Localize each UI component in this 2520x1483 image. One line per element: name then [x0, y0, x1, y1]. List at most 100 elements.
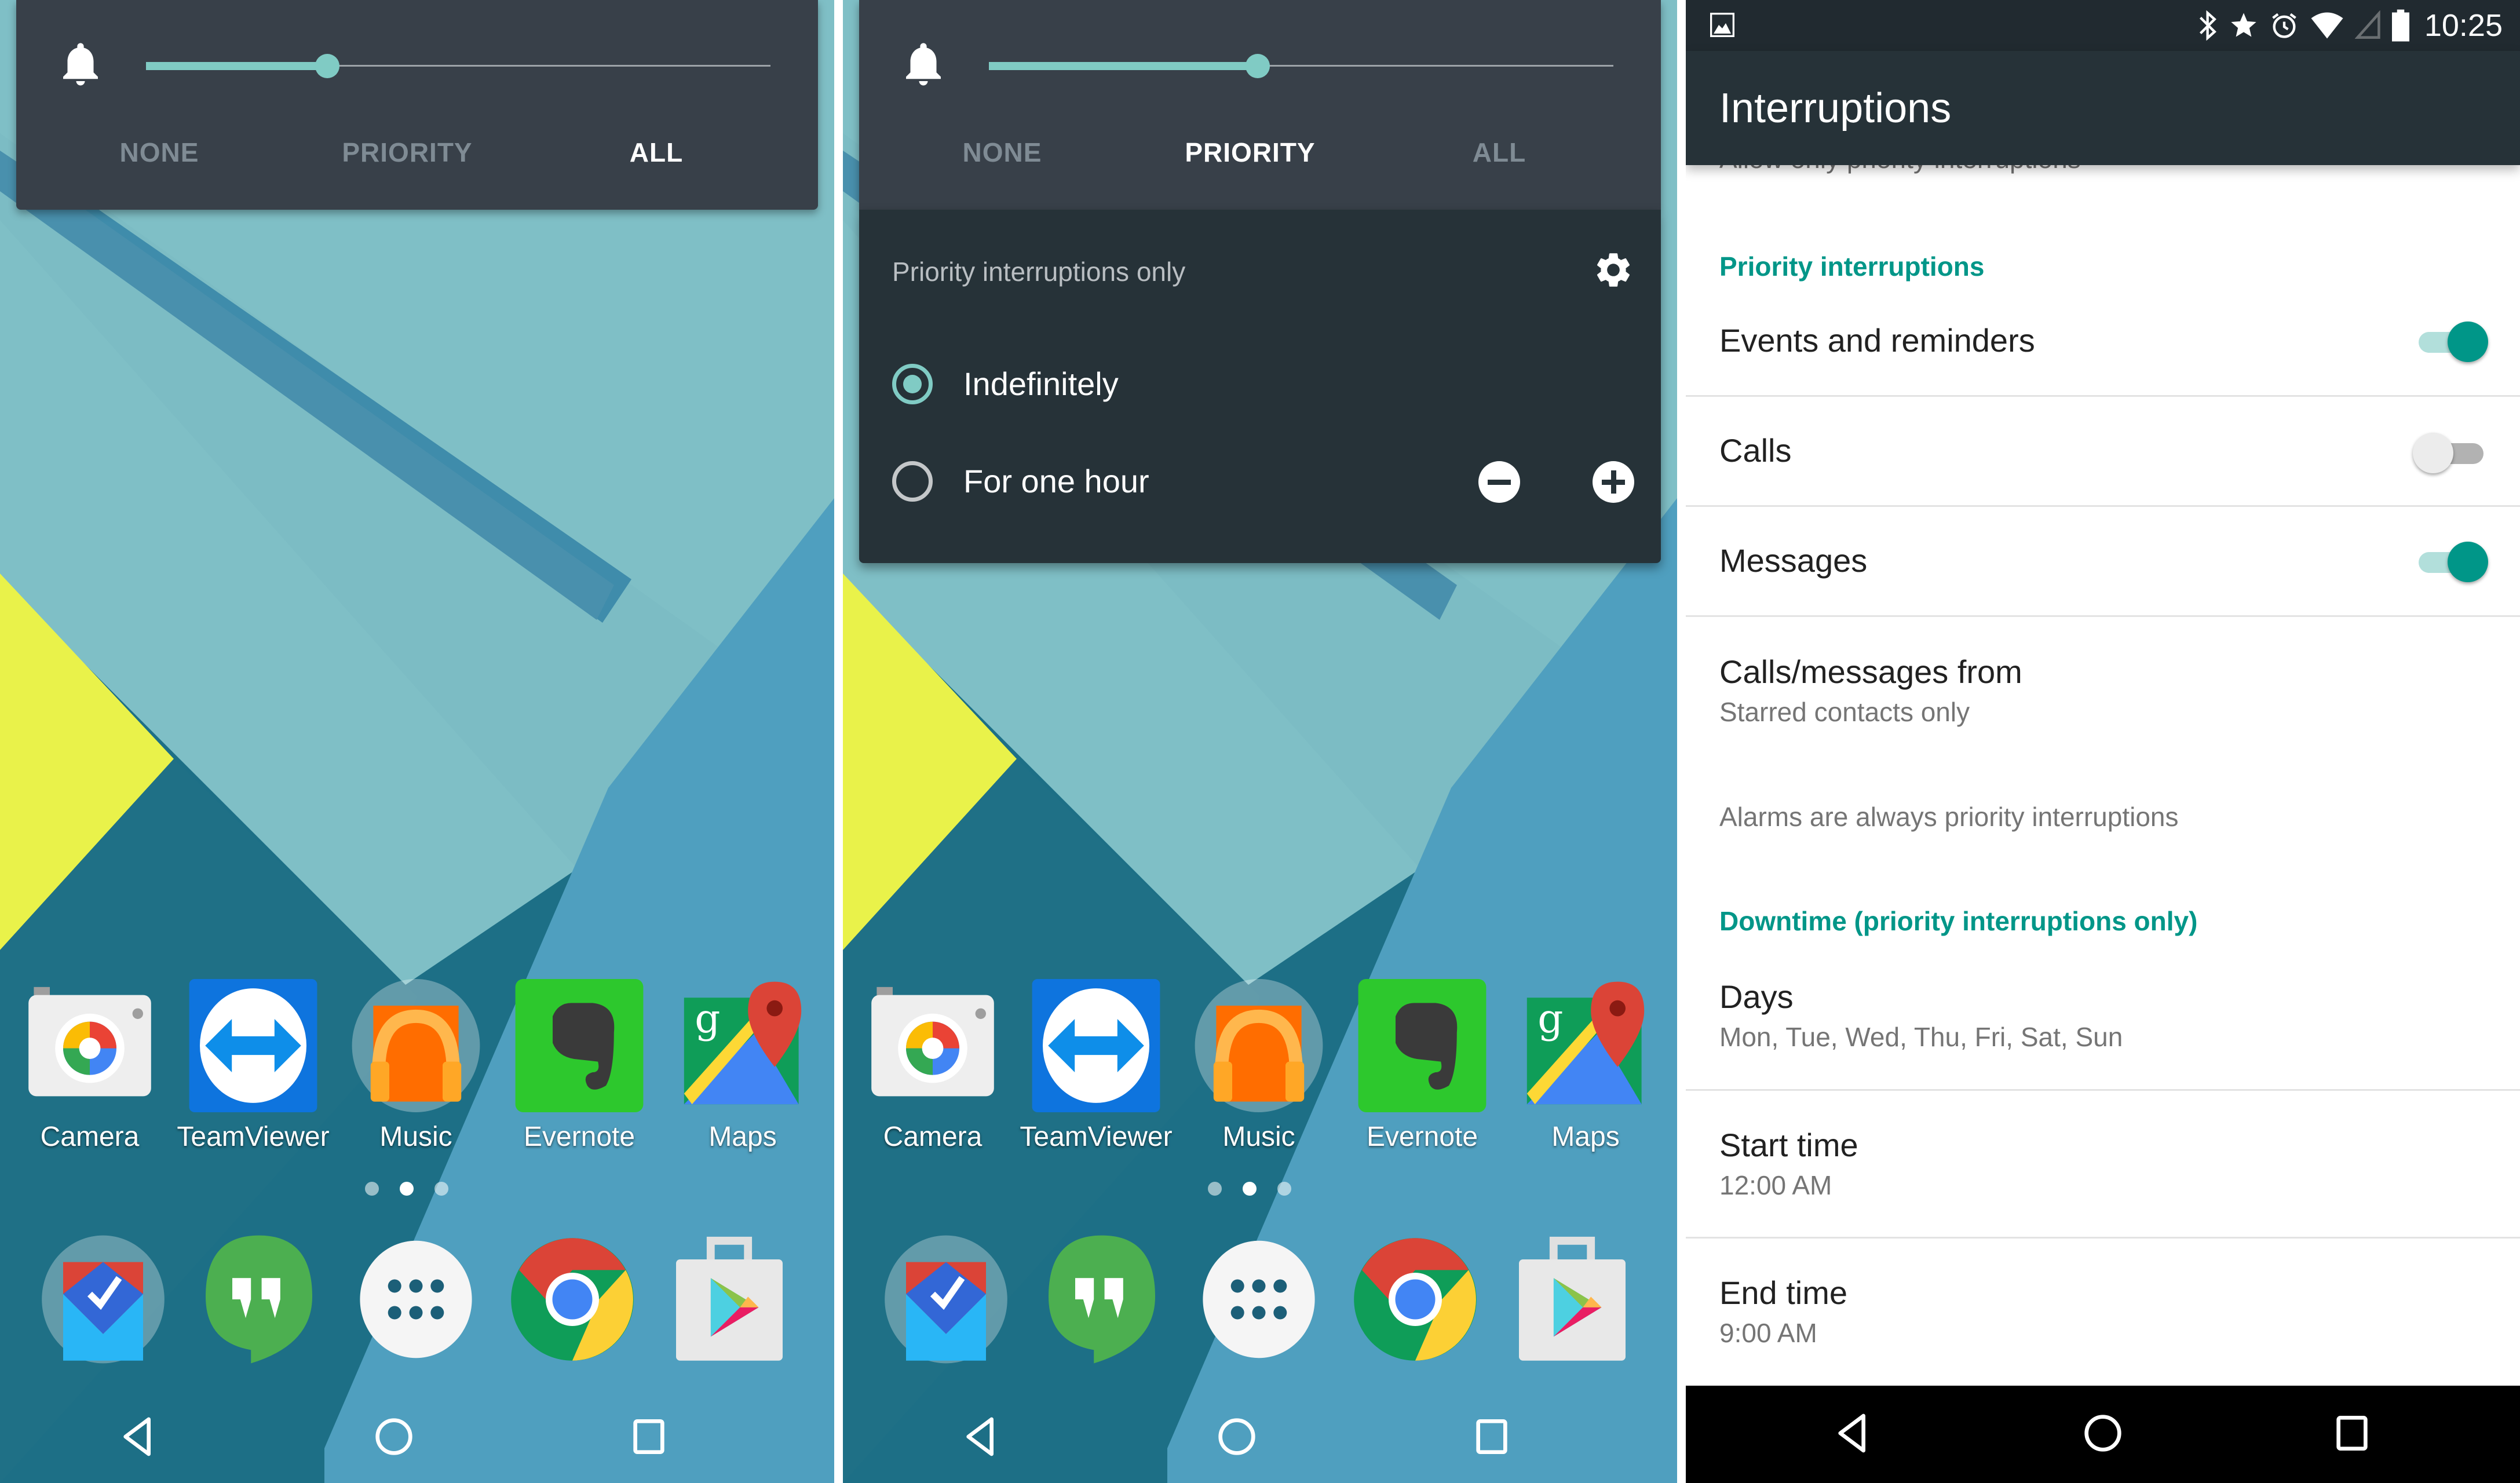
- cell-signal-icon: [2354, 10, 2380, 39]
- svg-text:g: g: [695, 996, 720, 1042]
- setting-start-value: 12:00 AM: [1719, 1170, 1832, 1200]
- chrome-app-icon[interactable]: [1349, 1233, 1482, 1366]
- app-shortcut-camera[interactable]: Camera: [857, 979, 1008, 1164]
- music-app-icon: [349, 979, 483, 1112]
- teamviewer-app-icon: [187, 979, 320, 1112]
- events-toggle[interactable]: [2413, 319, 2488, 365]
- back-icon[interactable]: [116, 1413, 162, 1460]
- play-store-app-icon[interactable]: [663, 1233, 796, 1366]
- inbox-app-icon[interactable]: [36, 1233, 170, 1366]
- option-label: For one hour: [963, 463, 1149, 499]
- home-screen-priority: NONE PRIORITY ALL Priority interruptions…: [843, 0, 1677, 1483]
- app-drawer-icon[interactable]: [349, 1233, 483, 1366]
- calls-toggle[interactable]: [2413, 430, 2488, 476]
- recents-icon[interactable]: [2329, 1410, 2375, 1456]
- teamviewer-app-icon: [1029, 979, 1163, 1112]
- interruption-mode-tabs: NONE PRIORITY ALL: [859, 137, 1661, 183]
- app-label: Evernote: [1366, 1122, 1478, 1152]
- setting-days-label: Days: [1719, 978, 1794, 1015]
- app-label: Music: [379, 1122, 452, 1152]
- setting-start-label: Start time: [1719, 1127, 1858, 1163]
- alarm-icon: [2272, 13, 2296, 38]
- gear-icon[interactable]: [1593, 249, 1634, 291]
- maps-app-icon: g: [1519, 979, 1652, 1112]
- interruption-mode-tabs: NONE PRIORITY ALL: [16, 137, 818, 183]
- star-icon: [2231, 13, 2256, 37]
- section-header-priority: Priority interruptions: [1719, 251, 1985, 282]
- bell-icon: [63, 43, 98, 86]
- slider-thumb[interactable]: [315, 54, 339, 78]
- volume-popup: NONE PRIORITY ALL: [859, 0, 1661, 210]
- page-dot: [1277, 1182, 1291, 1196]
- app-label: TeamViewer: [1020, 1122, 1173, 1152]
- nav-bar: [0, 1390, 834, 1483]
- home-icon[interactable]: [2080, 1410, 2126, 1456]
- mode-all-button[interactable]: ALL: [540, 137, 772, 168]
- mode-all-button[interactable]: ALL: [1383, 137, 1615, 168]
- back-icon[interactable]: [1831, 1410, 1877, 1456]
- home-screen-all: NONE PRIORITY ALL Camera TeamViewer Music E…: [0, 0, 834, 1483]
- home-icon[interactable]: [1214, 1413, 1260, 1460]
- page-dot: [365, 1182, 379, 1196]
- recents-icon[interactable]: [626, 1413, 672, 1460]
- app-label: Maps: [708, 1122, 777, 1152]
- app-shortcut-evernote[interactable]: Evernote: [504, 979, 655, 1164]
- slider-fill: [989, 62, 1258, 70]
- app-shortcut-camera[interactable]: Camera: [14, 979, 165, 1164]
- mode-none-button[interactable]: NONE: [43, 137, 275, 168]
- radio-button[interactable]: [892, 461, 933, 502]
- app-label: Camera: [40, 1122, 140, 1152]
- slider-thumb[interactable]: [1245, 54, 1270, 78]
- mode-priority-button[interactable]: PRIORITY: [1134, 137, 1366, 168]
- app-drawer-icon[interactable]: [1192, 1233, 1325, 1366]
- setting-events-label: Events and reminders: [1719, 322, 2035, 359]
- plus-circle-icon[interactable]: [1593, 461, 1634, 503]
- app-shortcut-music[interactable]: Music: [341, 979, 491, 1164]
- app-label: TeamViewer: [177, 1122, 330, 1152]
- option-indefinitely[interactable]: Indefinitely: [892, 361, 1639, 408]
- nav-bar: [1686, 1386, 2520, 1483]
- page-dot: [1208, 1182, 1222, 1196]
- back-icon[interactable]: [959, 1413, 1005, 1460]
- hangouts-app-icon[interactable]: [192, 1233, 326, 1366]
- option-for-one-hour[interactable]: For one hour: [892, 459, 1639, 505]
- app-shortcut-maps[interactable]: g Maps: [667, 979, 818, 1164]
- mode-priority-button[interactable]: PRIORITY: [291, 137, 523, 168]
- maps-app-icon: g: [676, 979, 809, 1112]
- messages-toggle[interactable]: [2413, 539, 2488, 585]
- app-bar: Interruptions: [1686, 51, 2520, 165]
- clock: 10:25: [2424, 8, 2503, 43]
- app-shortcut-teamviewer[interactable]: TeamViewer: [1020, 979, 1173, 1164]
- page-dot-active: [400, 1182, 414, 1196]
- hangouts-app-icon[interactable]: [1035, 1233, 1168, 1366]
- image-notification-icon: [1710, 13, 1734, 37]
- divider: [1686, 505, 2520, 507]
- battery-icon: [2391, 9, 2409, 42]
- radio-button-checked[interactable]: [892, 364, 933, 404]
- status-icons: 10:25: [2198, 5, 2503, 46]
- chrome-app-icon[interactable]: [506, 1233, 639, 1366]
- interruptions-settings-screen: 10:25 Interruptions Allow only priority …: [1686, 0, 2520, 1483]
- mode-none-button[interactable]: NONE: [886, 137, 1118, 168]
- inbox-app-icon[interactable]: [879, 1233, 1013, 1366]
- play-store-app-icon[interactable]: [1506, 1233, 1639, 1366]
- app-shortcut-maps[interactable]: g Maps: [1510, 979, 1661, 1164]
- setting-end-value: 9:00 AM: [1719, 1318, 1817, 1348]
- app-shortcut-teamviewer[interactable]: TeamViewer: [177, 979, 330, 1164]
- nav-bar: [843, 1390, 1677, 1483]
- minus-circle-icon[interactable]: [1478, 461, 1520, 503]
- alarms-note: Alarms are always priority interruptions: [1719, 802, 2179, 832]
- setting-days-value: Mon, Tue, Wed, Thu, Fri, Sat, Sun: [1719, 1022, 2123, 1052]
- option-label: Indefinitely: [963, 366, 1119, 402]
- volume-slider[interactable]: [146, 54, 770, 78]
- home-icon[interactable]: [371, 1413, 417, 1460]
- app-shortcut-evernote[interactable]: Evernote: [1347, 979, 1498, 1164]
- divider: [1686, 1089, 2520, 1091]
- app-shortcut-music[interactable]: Music: [1184, 979, 1334, 1164]
- page-dot-active: [1243, 1182, 1257, 1196]
- volume-slider[interactable]: [989, 54, 1613, 78]
- setting-messages-label: Messages: [1719, 542, 1868, 579]
- recents-icon[interactable]: [1469, 1413, 1515, 1460]
- divider: [1686, 1237, 2520, 1239]
- app-label: Camera: [883, 1122, 983, 1152]
